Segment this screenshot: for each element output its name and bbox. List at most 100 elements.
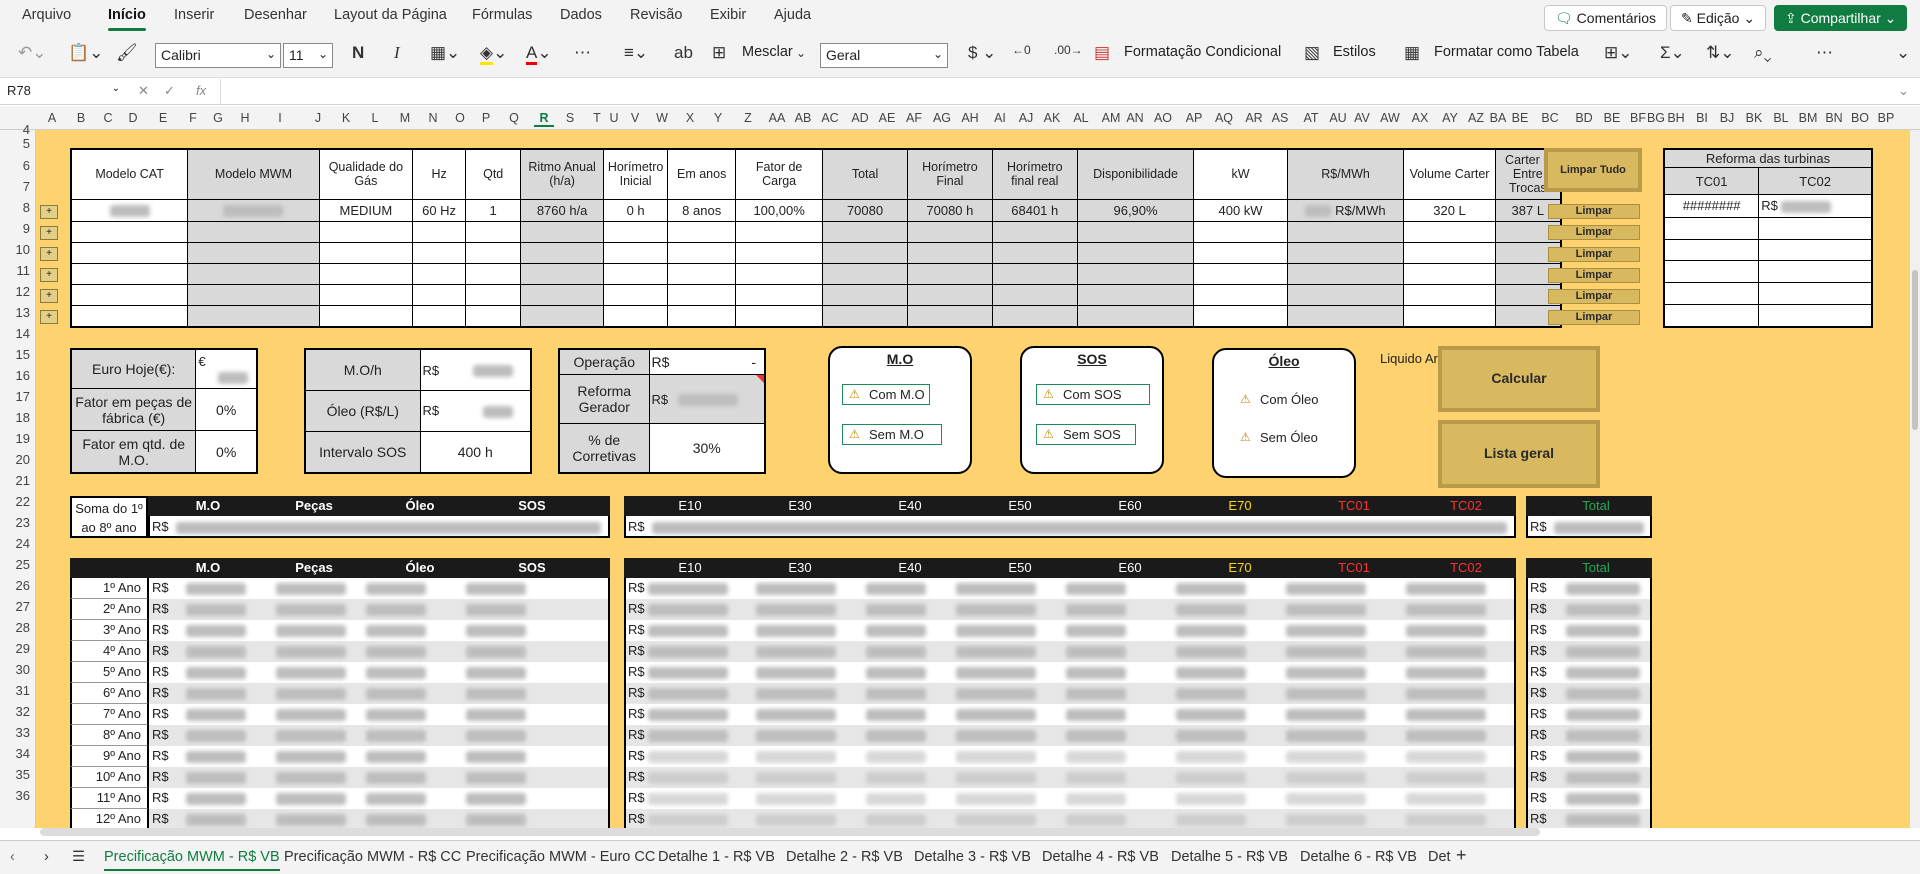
column-header-bn[interactable]: BN [1824,111,1844,125]
column-header-z[interactable]: Z [738,111,758,125]
clear-button[interactable]: Limpar [1548,225,1640,240]
column-header-aa[interactable]: AA [767,111,787,125]
column-header-k[interactable]: K [336,111,356,125]
row-header-17[interactable]: 17 [0,389,30,404]
column-header-bd[interactable]: BD [1574,111,1594,125]
column-header-ao[interactable]: AO [1153,111,1173,125]
column-header-ab[interactable]: AB [793,111,813,125]
format-painter-icon[interactable]: 🖌 [116,43,138,63]
tc01-value[interactable]: ######## [1663,194,1760,218]
confirm-icon[interactable]: ✓ [164,83,175,99]
clear-button[interactable]: Limpar [1548,204,1640,219]
column-header-e[interactable]: E [153,111,173,125]
comments-button[interactable]: 🗨 Comentários [1544,5,1668,31]
empty-cell[interactable] [70,220,189,243]
column-header-ac[interactable]: AC [820,111,840,125]
sheet-tab[interactable]: Detalhe 1 - R$ VB [658,849,775,865]
column-header-av[interactable]: AV [1352,111,1372,125]
general-list-button[interactable]: Lista geral [1438,420,1600,488]
tab-ajuda[interactable]: Ajuda [774,7,811,23]
empty-cell[interactable] [187,304,320,328]
column-header-r[interactable]: R [534,111,554,127]
clear-button[interactable]: Limpar [1548,247,1640,262]
column-header-v[interactable]: V [625,111,645,125]
paste-icon[interactable]: 📋⌄ [68,43,103,63]
row-header-19[interactable]: 19 [0,431,30,446]
empty-cell[interactable] [906,241,993,264]
empty-cell[interactable] [412,262,467,285]
config-cell-14[interactable]: R$/MWh [1286,198,1405,222]
clear-button[interactable]: Limpar [1548,268,1640,283]
sos-interval-value[interactable]: 400 h [419,430,532,474]
row-header-9[interactable]: 9 [0,221,30,236]
config-cell-0[interactable] [70,198,189,222]
merge-icon[interactable]: ⊞ [712,43,726,63]
italic-icon[interactable]: I [394,43,400,63]
config-cell-2[interactable]: MEDIUM [318,198,414,222]
column-header-bk[interactable]: BK [1744,111,1764,125]
tab-dados[interactable]: Dados [560,7,602,23]
column-header-ai[interactable]: AI [990,111,1010,125]
column-header-n[interactable]: N [423,111,443,125]
edit-mode-button[interactable]: ✎ Edição ⌄ [1670,5,1767,31]
row-header-21[interactable]: 21 [0,473,30,488]
empty-cell[interactable] [465,304,522,328]
sheet-tab[interactable]: Precificação MWM - R$ CC [284,849,461,865]
row-header-16[interactable]: 16 [0,368,30,383]
clear-button[interactable]: Limpar [1548,289,1640,304]
config-cell-4[interactable]: 1 [465,198,522,222]
empty-cell[interactable] [1076,304,1195,328]
empty-cell[interactable] [602,220,669,243]
empty-cell[interactable] [520,304,604,328]
empty-cell[interactable] [520,283,604,306]
with-sos-option[interactable]: ⚠ Com SOS [1036,384,1150,405]
euro-value[interactable]: € [195,348,258,390]
sheet-tab[interactable]: Detalhe 4 - R$ VB [1042,849,1159,865]
increase-decimal-icon[interactable]: ←0 [1012,43,1031,57]
empty-cell[interactable] [412,220,467,243]
column-header-aq[interactable]: AQ [1214,111,1234,125]
config-cell-11[interactable]: 68401 h [991,198,1078,222]
empty-cell[interactable] [412,304,467,328]
empty-cell[interactable] [1076,262,1195,285]
column-header-bi[interactable]: BI [1692,111,1712,125]
empty-cell[interactable] [602,304,669,328]
empty-cell[interactable] [1286,262,1405,285]
column-header-az[interactable]: AZ [1466,111,1486,125]
column-header-ap[interactable]: AP [1184,111,1204,125]
conditional-format-icon[interactable]: ▤ [1094,43,1110,63]
empty-cell[interactable] [187,220,320,243]
factor-parts-value[interactable]: 0% [195,388,258,432]
expand-formula-icon[interactable]: ⌄ [1898,83,1909,99]
row-header-10[interactable]: 10 [0,242,30,257]
tab-formulas[interactable]: Fórmulas [472,7,532,23]
column-header-bm[interactable]: BM [1798,111,1818,125]
sheet-tab[interactable]: Precificação MWM - Euro CC [466,849,655,865]
column-header-af[interactable]: AF [904,111,924,125]
tab-exibir[interactable]: Exibir [710,7,746,23]
empty-cell[interactable] [602,262,669,285]
merge-button[interactable]: Mesclar [742,44,793,60]
empty-cell[interactable] [991,241,1078,264]
column-header-g[interactable]: G [208,111,228,125]
row-header-28[interactable]: 28 [0,620,30,635]
currency-icon[interactable]: $ ⌄ [968,43,996,63]
styles-button[interactable]: Estilos [1333,44,1376,60]
empty-cell[interactable] [465,241,522,264]
empty-cell[interactable] [1403,241,1496,264]
empty-cell[interactable] [1193,241,1288,264]
empty-cell[interactable] [735,262,824,285]
empty-cell[interactable] [822,262,908,285]
expand-row-button[interactable]: + [40,226,58,240]
tab-desenhar[interactable]: Desenhar [244,7,307,23]
row-header-18[interactable]: 18 [0,410,30,425]
empty-cell[interactable] [412,283,467,306]
with-labor-option[interactable]: ⚠ Com M.O [842,384,930,405]
column-header-aw[interactable]: AW [1380,111,1400,125]
column-header-bc[interactable]: BC [1540,111,1560,125]
column-header-bp[interactable]: BP [1876,111,1896,125]
sheet-tab[interactable]: Detalhe 3 - R$ VB [914,849,1031,865]
column-header-w[interactable]: W [652,111,672,125]
column-header-m[interactable]: M [395,111,415,125]
undo-icon[interactable]: ↶⌄ [18,43,47,63]
